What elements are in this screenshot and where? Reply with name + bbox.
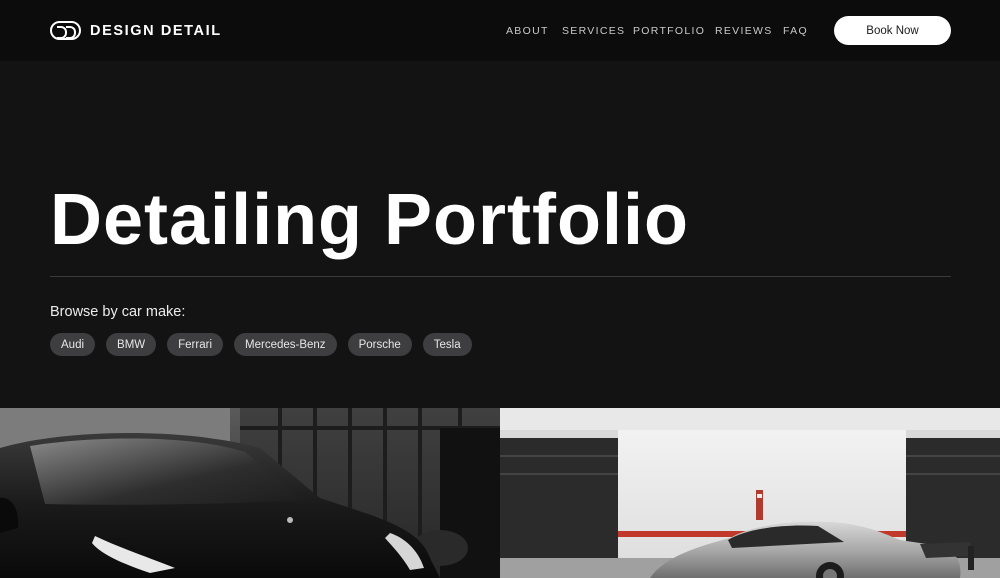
browse-label: Browse by car make: (50, 304, 186, 320)
nav-reviews[interactable]: REVIEWS (715, 25, 773, 37)
porsche-photo-image (500, 408, 1000, 578)
nav-services[interactable]: SERVICES (562, 25, 625, 37)
chip-ferrari[interactable]: Ferrari (167, 333, 224, 356)
tesla-photo-image (0, 408, 500, 578)
chip-audi[interactable]: Audi (50, 333, 96, 356)
portfolio-gallery (0, 408, 1000, 578)
chip-tesla[interactable]: Tesla (422, 333, 472, 356)
nav-portfolio[interactable]: PORTFOLIO (633, 25, 705, 37)
nav-about[interactable]: ABOUT (506, 25, 549, 37)
nav-faq[interactable]: FAQ (783, 25, 808, 37)
page-title: Detailing Portfolio (50, 180, 689, 260)
chip-bmw[interactable]: BMW (106, 333, 157, 356)
gallery-photo-tesla[interactable] (0, 408, 500, 578)
gallery-photo-porsche[interactable] (500, 408, 1000, 578)
chip-porsche[interactable]: Porsche (347, 333, 412, 356)
chip-mercedes-benz[interactable]: Mercedes-Benz (234, 333, 337, 356)
book-now-button[interactable]: Book Now (834, 16, 951, 45)
make-filter-chips: Audi BMW Ferrari Mercedes-Benz Porsche T… (50, 333, 472, 356)
site-header: DESIGN DETAIL ABOUT SERVICES PORTFOLIO R… (0, 0, 1000, 61)
divider (50, 276, 951, 277)
